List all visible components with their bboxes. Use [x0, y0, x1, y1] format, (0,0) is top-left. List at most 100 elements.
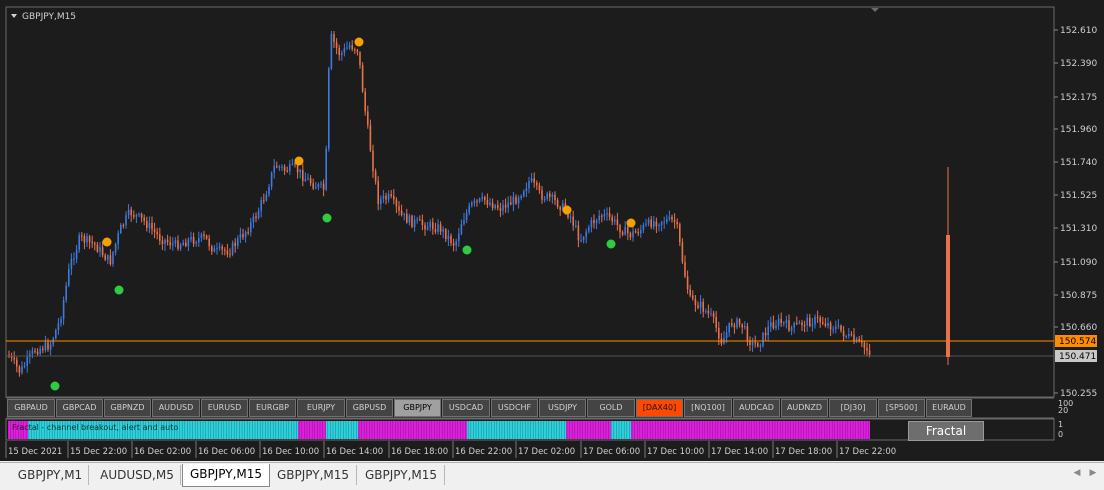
candle-body: [91, 241, 93, 244]
tab-audusd-m5-1[interactable]: AUDUSD,M5: [94, 465, 181, 485]
candle-body: [351, 45, 353, 50]
price-tick-label: 152.175: [1060, 93, 1097, 103]
candle-body: [647, 219, 650, 224]
symbol-button-gbpjpy[interactable]: GBPJPY: [394, 399, 441, 417]
symbol-button-gbpnzd[interactable]: GBPNZD: [104, 399, 151, 417]
candle-body: [47, 342, 49, 350]
chart-window[interactable]: 152.610 152.390 152.175 151.960 151.740 151.5…: [0, 0, 1104, 461]
candle-body: [153, 229, 156, 232]
candle-body: [299, 169, 301, 173]
symbol-button-audcad[interactable]: AUDCAD: [733, 399, 780, 417]
symbol-button-eurusd[interactable]: EURUSD: [201, 399, 248, 417]
candle-body: [543, 199, 546, 201]
candle-body: [445, 229, 447, 240]
candle-body: [777, 318, 780, 326]
candle-body: [616, 219, 619, 226]
candle-body: [138, 213, 140, 215]
candle-body: [530, 178, 533, 182]
candle-body: [276, 165, 278, 168]
candle-body: [434, 229, 437, 232]
candle-body: [481, 197, 483, 199]
candle-body: [70, 258, 73, 269]
candle-body: [801, 322, 803, 326]
tab-gbpjpy-m1-0[interactable]: GBPJPY,M1: [12, 465, 89, 485]
symbol-button-usdcad[interactable]: USDCAD: [442, 399, 490, 417]
candle-body: [307, 178, 309, 180]
symbol-button-usdjpy[interactable]: USDJPY: [539, 399, 586, 417]
candle-body: [580, 240, 582, 242]
symbol-button-gbpcad[interactable]: GBPCAD: [56, 399, 103, 417]
candle-body: [359, 52, 361, 65]
symbol-button-gold[interactable]: GOLD: [587, 399, 635, 417]
candle-body: [798, 322, 801, 324]
symbol-button-eurjpy[interactable]: EURJPY: [297, 399, 345, 417]
candle-body: [114, 243, 117, 253]
candle-body: [419, 219, 421, 221]
candle-body: [403, 213, 405, 215]
candle-body: [614, 219, 616, 222]
tab-scroll-left-icon[interactable]: ◀: [1070, 466, 1084, 480]
fractal-button[interactable]: Fractal: [908, 421, 984, 441]
candle-body: [377, 181, 379, 205]
up-fractal-marker: [354, 37, 364, 47]
symbol-button-euraud[interactable]: EURAUD: [926, 399, 972, 417]
tab-gbpjpy-m15-2[interactable]: GBPJPY,M15: [182, 464, 270, 487]
symbol-button-usdchf[interactable]: USDCHF: [491, 399, 538, 417]
candle-body: [772, 322, 775, 329]
candle-body: [169, 242, 171, 246]
candle-body: [234, 242, 236, 246]
candle-body: [595, 220, 598, 224]
candle-body: [528, 181, 530, 189]
symbol-button-audnzd[interactable]: AUDNZD: [781, 399, 828, 417]
symbol-button-sp500[interactable]: [SP500]: [878, 399, 925, 417]
candle-body: [476, 200, 478, 202]
candle-body: [541, 190, 543, 200]
candle-body: [385, 195, 387, 200]
scroll-marker-icon: [871, 8, 879, 12]
symbol-button-gbpaud[interactable]: GBPAUD: [7, 399, 55, 417]
symbol-button-gbpusd[interactable]: GBPUSD: [346, 399, 393, 417]
candle-body: [42, 348, 44, 351]
candle-body: [104, 255, 106, 260]
candle-body: [86, 236, 88, 243]
candle-body: [863, 342, 866, 348]
candle-body: [161, 240, 164, 245]
price-chart[interactable]: 152.610 152.390 152.175 151.960 151.740 151.5…: [0, 0, 1104, 461]
candle-body: [112, 252, 114, 265]
candle-body: [18, 366, 21, 373]
symbol-button-audusd[interactable]: AUDUSD: [152, 399, 200, 417]
candle-body: [62, 300, 65, 320]
tab-gbpjpy-m15-4[interactable]: GBPJPY,M15: [358, 465, 445, 485]
symbol-button-dj30[interactable]: [DJ30]: [829, 399, 877, 417]
candle-body: [460, 224, 463, 234]
candle-body: [764, 332, 767, 336]
candle-body: [338, 47, 340, 56]
candle-body: [133, 215, 135, 217]
candle-body: [559, 207, 561, 210]
tab-scroll-right-icon[interactable]: ▶: [1086, 466, 1100, 480]
symbol-button-eurgbp[interactable]: EURGBP: [249, 399, 296, 417]
candle-body: [166, 239, 169, 243]
candle-body: [489, 202, 491, 205]
candle-body: [44, 342, 47, 351]
candle-body: [676, 221, 678, 225]
candle-body: [140, 213, 143, 218]
candle-body: [853, 334, 855, 342]
candle-body: [177, 240, 179, 249]
tab-gbpjpy-m15-3[interactable]: GBPJPY,M15: [270, 465, 357, 485]
candle-body: [741, 324, 743, 328]
symbol-button-nq100[interactable]: [NQ100]: [684, 399, 732, 417]
candle-body: [689, 289, 691, 296]
candle-body: [335, 42, 338, 48]
candle-body: [263, 200, 265, 202]
down-fractal-marker: [50, 381, 60, 391]
candle-body: [767, 326, 769, 336]
down-fractal-marker: [606, 239, 616, 249]
candle-body: [731, 323, 733, 326]
candle-body: [182, 242, 184, 245]
candle-body: [673, 219, 676, 222]
candle-body: [606, 213, 608, 215]
symbol-button-dax40[interactable]: [DAX40]: [636, 399, 683, 417]
chart-menu-icon[interactable]: [11, 14, 17, 18]
candle-body: [780, 318, 782, 324]
